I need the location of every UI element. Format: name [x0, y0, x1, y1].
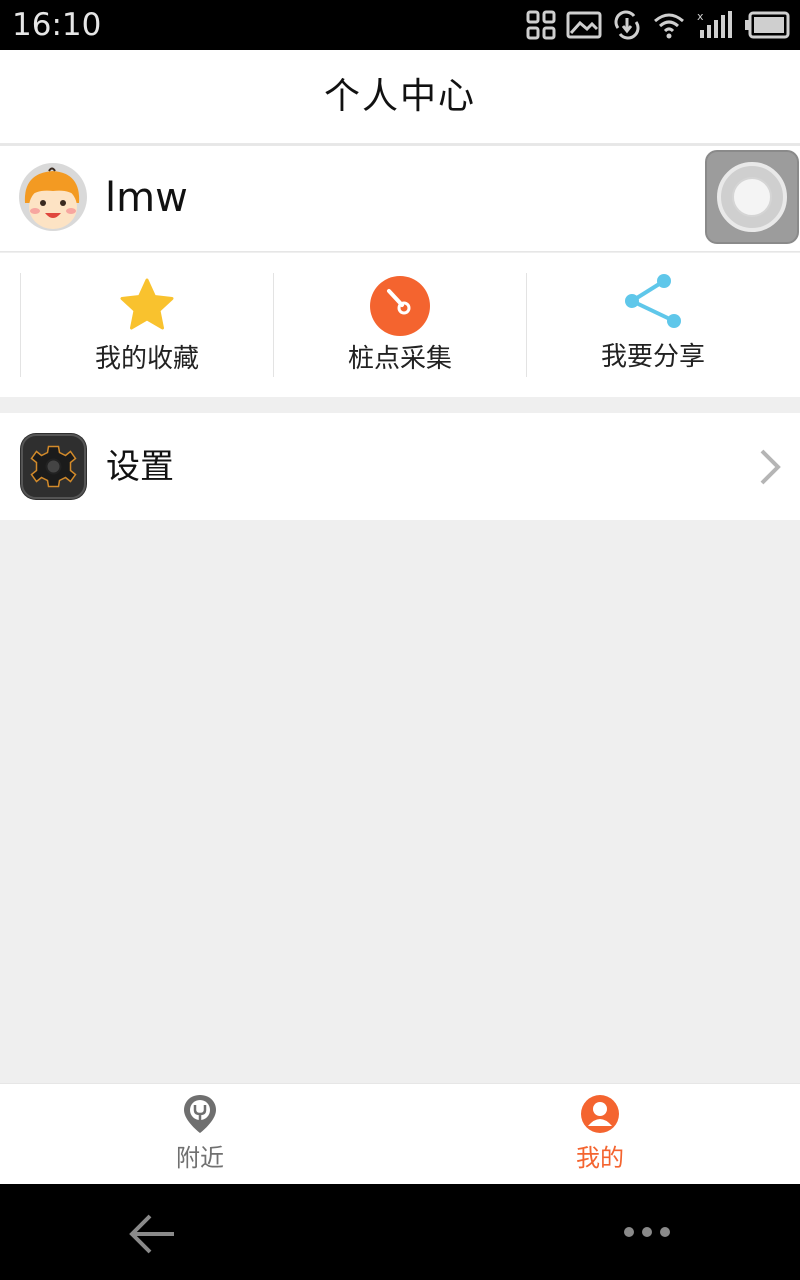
- qr-scan-icon: [526, 10, 556, 40]
- settings-row[interactable]: 设置: [0, 413, 800, 520]
- settings-label: 设置: [106, 447, 174, 487]
- more-dots-icon[interactable]: [622, 1224, 672, 1240]
- action-favorites[interactable]: 我的收藏: [20, 273, 273, 377]
- gauge-icon: [370, 276, 430, 336]
- battery-icon: [745, 11, 790, 39]
- username: lmw: [105, 175, 188, 221]
- wifi-icon: [654, 13, 684, 39]
- title-bar: 个人中心: [0, 50, 800, 144]
- status-icons: x: [526, 8, 790, 42]
- tab-bar: 附近 我的: [0, 1083, 800, 1184]
- action-label: 我要分享: [600, 342, 705, 372]
- action-label: 我的收藏: [94, 344, 199, 374]
- floating-assistive-button[interactable]: [705, 150, 799, 244]
- profile-row[interactable]: lmw: [0, 146, 800, 252]
- tab-nearby[interactable]: 附近: [0, 1084, 400, 1185]
- action-collect-stations[interactable]: 桩点采集: [273, 273, 526, 377]
- status-time: 16:10: [12, 7, 102, 43]
- action-share[interactable]: 我要分享: [526, 273, 779, 377]
- system-nav-bar: [0, 1184, 800, 1280]
- assistive-ring-icon: [717, 162, 787, 232]
- tab-label: 附近: [176, 1144, 224, 1172]
- signal-icon: x: [697, 10, 732, 38]
- image-icon: [566, 11, 602, 39]
- location-pin-icon: [184, 1095, 216, 1133]
- tab-label: 我的: [576, 1144, 624, 1172]
- page-title: 个人中心: [323, 76, 476, 117]
- status-bar: 16:10 x: [0, 0, 800, 50]
- action-label: 桩点采集: [347, 344, 452, 374]
- svg-text:x: x: [697, 10, 704, 23]
- star-icon: [120, 278, 174, 330]
- chevron-right-icon: [760, 449, 781, 485]
- avatar[interactable]: [19, 163, 87, 231]
- back-arrow-icon[interactable]: [128, 1212, 176, 1256]
- tab-mine[interactable]: 我的: [400, 1084, 800, 1185]
- gear-icon: [20, 433, 87, 500]
- share-icon: [625, 274, 681, 328]
- user-icon: [581, 1095, 619, 1133]
- quick-actions: 我的收藏 桩点采集 我要分享: [0, 253, 800, 397]
- sync-icon: [614, 10, 640, 40]
